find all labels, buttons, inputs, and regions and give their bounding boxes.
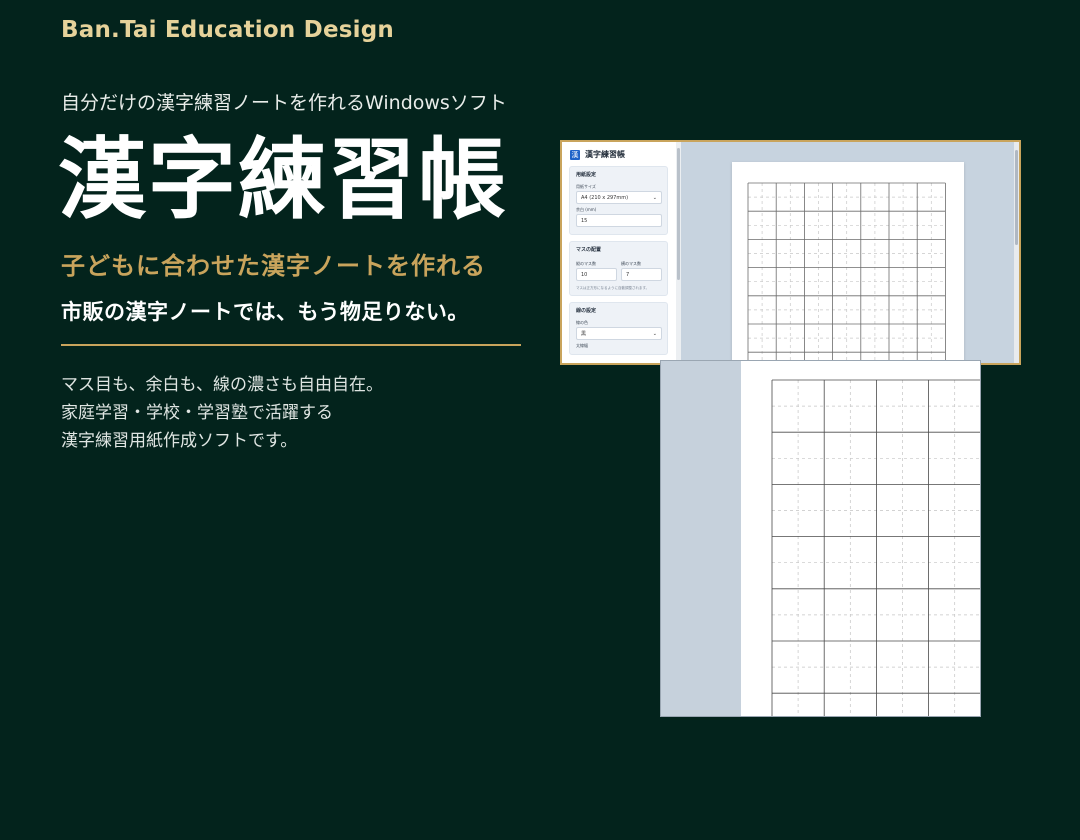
- lead-copy: 市販の漢字ノートでは、もう物足りない。: [61, 299, 469, 324]
- app-logo-icon: 漢: [570, 149, 580, 160]
- closeup-grid: [771, 379, 980, 716]
- scrollbar-thumb[interactable]: [677, 148, 680, 280]
- hint-text: マスは正方形になるように自動調整されます。: [576, 286, 650, 290]
- description-line: マス目も、余白も、線の濃さも自由自在。: [61, 375, 383, 395]
- app-name: 漢字練習帳: [585, 150, 625, 159]
- description: マス目も、余白も、線の濃さも自由自在。 家庭学習・学校・学習塾で活躍する 漢字練…: [61, 371, 383, 455]
- card-title: 用紙設定: [576, 172, 597, 178]
- paper-size-select[interactable]: A4 (210 x 297mm) ⌄: [576, 191, 662, 204]
- grid-layout-card: マスの配置 縦のマス数 10 横のマス数 7 マスは正方形になるように自動調整さ…: [569, 241, 668, 296]
- input-value: 15: [581, 217, 588, 224]
- cols-input[interactable]: 7: [621, 268, 662, 281]
- field-label: 余白 (mm): [576, 207, 597, 212]
- chevron-down-icon: ⌄: [652, 330, 657, 337]
- app-screenshot: 漢 漢字練習帳 用紙設定 用紙サイズ A4 (210 x 297mm) ⌄ 余白…: [560, 140, 1021, 365]
- description-line: 漢字練習用紙作成ソフトです。: [61, 431, 298, 451]
- input-value: 7: [626, 271, 630, 278]
- grid-closeup-screenshot: [660, 360, 981, 717]
- chevron-down-icon: ⌄: [652, 194, 657, 201]
- description-line: 家庭学習・学校・学習塾で活躍する: [61, 403, 333, 423]
- field-label: 用紙サイズ: [576, 184, 596, 189]
- field-label: 縦のマス数: [576, 261, 596, 266]
- line-color-select[interactable]: 黒 ⌄: [576, 327, 662, 340]
- app-header: 漢 漢字練習帳: [562, 142, 676, 160]
- scrollbar-thumb[interactable]: [1015, 150, 1018, 245]
- line-settings-card: 線の設定 線の色 黒 ⌄ 太線幅: [569, 302, 668, 355]
- field-label: 線の色: [576, 320, 588, 325]
- preview-sheet: [732, 162, 964, 363]
- select-value: 黒: [581, 331, 587, 337]
- closeup-sheet: [741, 361, 980, 716]
- input-value: 10: [581, 271, 588, 278]
- rows-input[interactable]: 10: [576, 268, 617, 281]
- paper-settings-card: 用紙設定 用紙サイズ A4 (210 x 297mm) ⌄ 余白 (mm) 15: [569, 166, 668, 235]
- preview-scrollbar[interactable]: [1014, 142, 1019, 363]
- margin-input[interactable]: 15: [576, 214, 662, 227]
- settings-panel: 漢 漢字練習帳 用紙設定 用紙サイズ A4 (210 x 297mm) ⌄ 余白…: [562, 142, 676, 363]
- subtitle: 子どもに合わせた漢字ノートを作れる: [61, 252, 486, 280]
- product-title: 漢字練習帳: [58, 127, 509, 231]
- field-label: 太線幅: [576, 343, 588, 348]
- tagline: 自分だけの漢字練習ノートを作れるWindowsソフト: [61, 92, 507, 114]
- card-title: 線の設定: [576, 308, 597, 314]
- brand-name: Ban.Tai Education Design: [61, 17, 394, 43]
- gold-divider: [61, 344, 521, 346]
- preview-grid: [747, 182, 946, 363]
- panel-scrollbar[interactable]: [676, 142, 681, 363]
- field-label: 横のマス数: [621, 261, 641, 266]
- card-title: マスの配置: [576, 247, 602, 253]
- select-value: A4 (210 x 297mm): [581, 194, 629, 201]
